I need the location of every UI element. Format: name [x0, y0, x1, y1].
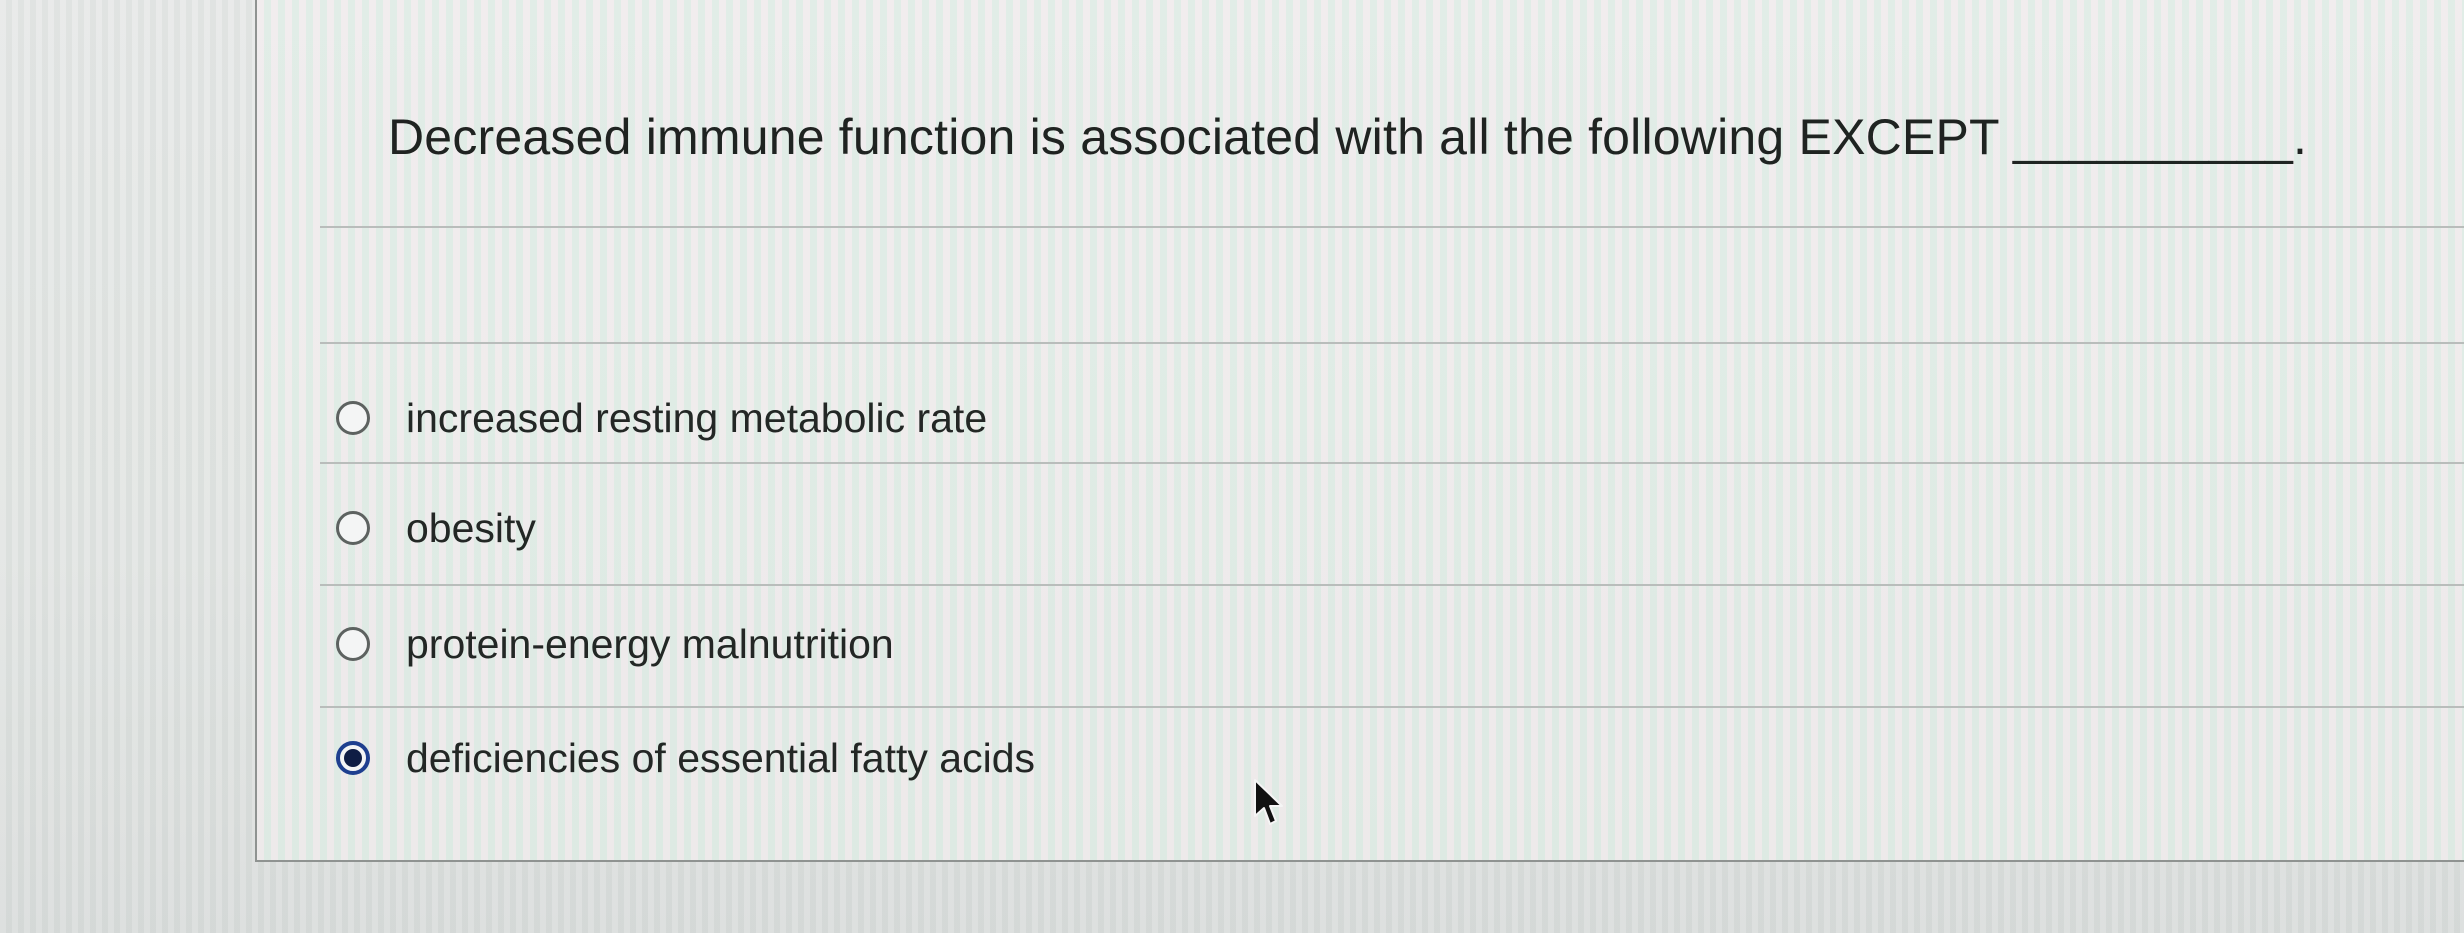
option-label: protein-energy malnutrition: [406, 620, 894, 667]
divider: [320, 706, 2464, 708]
divider: [320, 226, 2464, 228]
radio-button-selected[interactable]: [336, 741, 370, 775]
option-label: increased resting metabolic rate: [406, 394, 988, 441]
option-label: obesity: [406, 504, 536, 551]
divider: [320, 584, 2464, 586]
radio-button[interactable]: [336, 401, 370, 435]
radio-button[interactable]: [336, 511, 370, 545]
radio-button[interactable]: [336, 627, 370, 661]
answer-option-deficiencies-of-essential-fatty-acids[interactable]: deficiencies of essential fatty acids: [336, 728, 1035, 788]
answer-option-increased-resting-metabolic-rate[interactable]: increased resting metabolic rate: [336, 388, 987, 448]
answer-option-obesity[interactable]: obesity: [336, 498, 536, 558]
mouse-pointer-icon: [1254, 779, 1283, 825]
answer-option-protein-energy-malnutrition[interactable]: protein-energy malnutrition: [336, 614, 894, 674]
divider: [320, 342, 2464, 344]
question-text: Decreased immune function is associated …: [388, 109, 2308, 165]
divider: [320, 462, 2464, 464]
option-label: deficiencies of essential fatty acids: [406, 734, 1035, 781]
radio-filled-icon: [344, 749, 362, 767]
